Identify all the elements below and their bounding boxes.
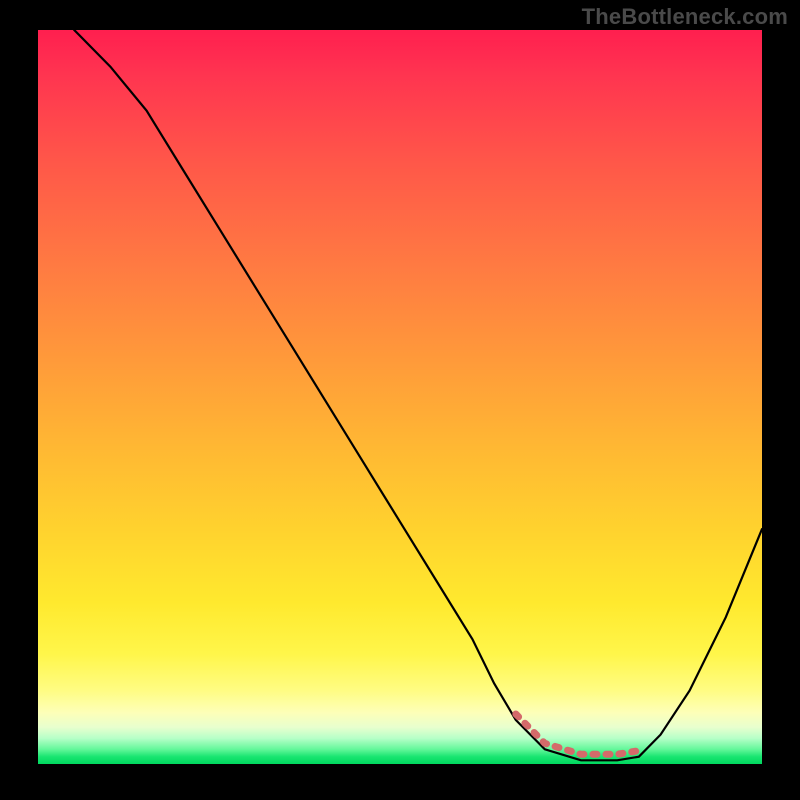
bottleneck-curve (74, 30, 762, 760)
plot-area (38, 30, 762, 764)
chart-frame: TheBottleneck.com (0, 0, 800, 800)
curve-layer (38, 30, 762, 764)
watermark-text: TheBottleneck.com (582, 4, 788, 30)
highlight-band (516, 714, 639, 754)
